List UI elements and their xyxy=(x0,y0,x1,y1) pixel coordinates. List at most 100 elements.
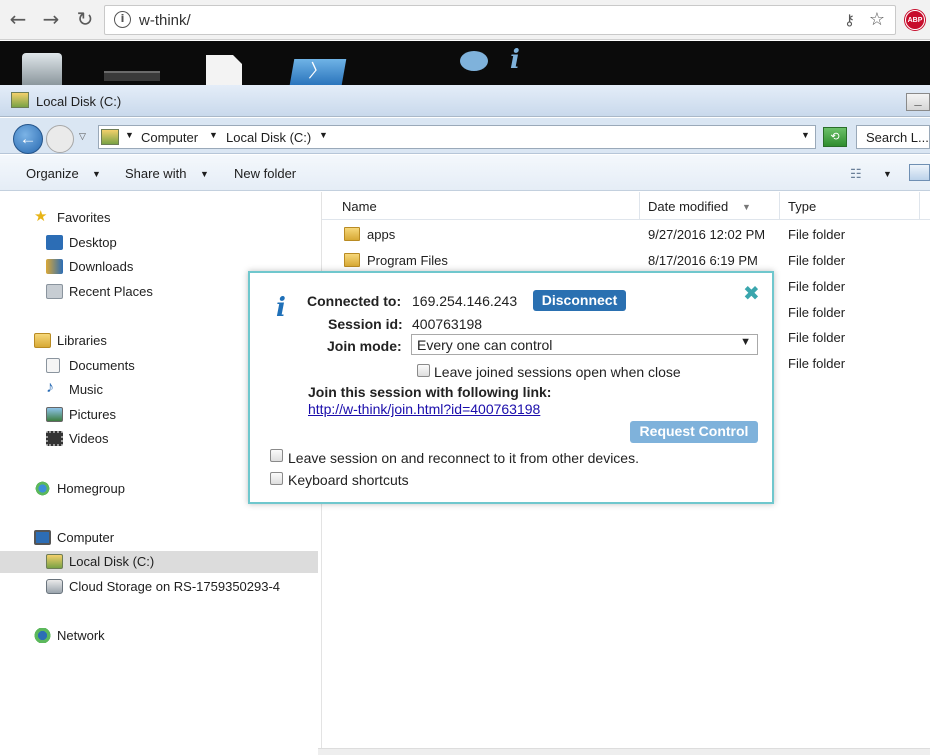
session-dialog: i ✖ Connected to: 169.254.146.243 Discon… xyxy=(248,271,774,504)
session-id-label: Session id: xyxy=(328,316,403,332)
connected-to-label: Connected to: xyxy=(307,293,402,309)
nav-label: Libraries xyxy=(57,333,107,348)
history-chevron-icon[interactable]: ▽ xyxy=(79,131,86,142)
chevron-down-icon[interactable]: ▼ xyxy=(92,169,101,179)
organize-button[interactable]: Organize xyxy=(26,166,79,181)
command-bar: Organize ▼ Share with ▼ New folder ☷ ▼ xyxy=(0,155,930,191)
info-icon: i xyxy=(276,293,286,323)
file-type: File folder xyxy=(788,356,846,371)
nav-label: Homegroup xyxy=(57,481,125,496)
leave-joined-checkbox[interactable] xyxy=(417,364,430,377)
join-link-label: Join this session with following link: xyxy=(308,384,552,400)
column-name[interactable]: Name xyxy=(342,199,377,214)
nav-item-cloud-storage[interactable]: Cloud Storage on RS-1759350293-4 xyxy=(0,576,318,598)
nav-label: Network xyxy=(57,628,105,643)
search-placeholder: Search L... xyxy=(866,130,929,145)
remote-app-icon[interactable]: 〉 xyxy=(289,59,347,85)
leave-joined-label: Leave joined sessions open when close xyxy=(434,364,681,380)
music-note-icon: ♪ xyxy=(46,379,54,396)
nav-label: Downloads xyxy=(69,259,134,274)
explorer-forward-icon[interactable] xyxy=(46,125,74,153)
file-row[interactable]: apps 9/27/2016 12:02 PM File folder xyxy=(322,222,930,248)
libraries-icon xyxy=(34,333,51,348)
nav-item-computer[interactable]: Computer xyxy=(0,527,318,549)
back-arrow-icon[interactable]: ← xyxy=(4,6,32,34)
downloads-icon xyxy=(46,259,63,274)
bookmark-star-icon[interactable]: ☆ xyxy=(869,9,885,30)
file-type: File folder xyxy=(788,330,846,345)
nav-label: Desktop xyxy=(69,235,117,250)
view-options-icon[interactable]: ☷ xyxy=(850,166,862,182)
drive-icon[interactable] xyxy=(104,71,160,81)
breadcrumb-computer[interactable]: Computer xyxy=(141,130,198,145)
chevron-down-icon[interactable]: ▼ xyxy=(319,130,328,140)
adblock-plus-icon[interactable]: ABP xyxy=(905,10,925,30)
remote-taskbar: 〉 i xyxy=(0,41,930,85)
window-titlebar: Local Disk (C:) _ xyxy=(0,85,930,117)
keyboard-shortcuts-label: Keyboard shortcuts xyxy=(288,472,409,488)
nav-label: Computer xyxy=(57,530,115,545)
disconnect-button[interactable]: Disconnect xyxy=(533,290,626,311)
explorer-back-icon[interactable]: ← xyxy=(13,124,43,154)
folder-icon xyxy=(344,253,360,267)
nav-item-desktop[interactable]: Desktop xyxy=(0,232,318,254)
join-mode-select[interactable]: Every one can control ▼ xyxy=(411,334,758,355)
minimize-button[interactable]: _ xyxy=(906,93,930,111)
chevron-down-icon[interactable]: ▼ xyxy=(883,169,892,179)
leave-session-checkbox[interactable] xyxy=(270,449,283,462)
breadcrumb[interactable]: ▼ Computer ▼ Local Disk (C:) ▼ ▼ xyxy=(98,125,816,149)
join-session-link[interactable]: http://w-think/join.html?id=400763198 xyxy=(308,401,540,417)
preview-pane-icon[interactable] xyxy=(909,164,930,181)
file-type: File folder xyxy=(788,227,846,242)
nav-label: Favorites xyxy=(57,210,111,225)
network-icon xyxy=(34,628,51,643)
nav-item-local-disk[interactable]: Local Disk (C:) xyxy=(0,551,318,573)
new-folder-button[interactable]: New folder xyxy=(234,166,296,181)
chevron-down-icon[interactable]: ▼ xyxy=(200,169,209,179)
breadcrumb-local-disk[interactable]: Local Disk (C:) xyxy=(226,130,311,145)
column-date-modified[interactable]: Date modified xyxy=(648,199,728,214)
nav-label: Recent Places xyxy=(69,284,153,299)
close-icon[interactable]: ✖ xyxy=(743,281,760,305)
search-input[interactable]: Search L... xyxy=(856,125,930,149)
recycle-bin-icon[interactable] xyxy=(22,53,62,85)
nav-item-network[interactable]: Network xyxy=(0,625,318,647)
keyboard-shortcuts-checkbox[interactable] xyxy=(270,472,283,485)
info-i-icon[interactable]: i xyxy=(510,45,520,75)
pictures-icon xyxy=(46,407,63,422)
nav-item-favorites[interactable]: ★ Favorites xyxy=(0,207,318,229)
nav-label: Cloud Storage on RS-1759350293-4 xyxy=(69,579,281,594)
drive-title-icon xyxy=(11,92,29,108)
refresh-icon[interactable]: ⟲ xyxy=(823,127,847,147)
forward-arrow-icon[interactable]: → xyxy=(37,6,65,34)
password-key-icon[interactable]: ⚷ xyxy=(844,11,855,29)
network-drive-icon xyxy=(46,579,63,594)
site-info-icon[interactable]: i xyxy=(114,11,131,28)
column-type[interactable]: Type xyxy=(788,199,816,214)
nav-label: Videos xyxy=(69,431,109,446)
recent-places-icon xyxy=(46,284,63,299)
join-mode-label: Join mode: xyxy=(327,338,402,354)
folder-icon xyxy=(344,227,360,241)
document-icon[interactable] xyxy=(206,55,242,85)
address-bar[interactable]: i w-think/ ⚷ ☆ xyxy=(104,5,896,35)
chevron-down-icon[interactable]: ▼ xyxy=(209,130,218,140)
file-type: File folder xyxy=(788,279,846,294)
reload-icon[interactable]: ↻ xyxy=(71,6,99,34)
nav-label: Music xyxy=(69,382,103,397)
local-disk-icon xyxy=(46,554,63,569)
join-mode-value: Every one can control xyxy=(417,337,553,353)
share-with-button[interactable]: Share with xyxy=(125,166,186,181)
address-dropdown-icon[interactable]: ▼ xyxy=(801,130,810,140)
horizontal-scrollbar[interactable] xyxy=(318,748,930,755)
chevron-down-icon[interactable]: ▼ xyxy=(125,130,134,140)
request-control-button[interactable]: Request Control xyxy=(630,421,758,443)
chat-bubble-icon[interactable] xyxy=(460,51,488,71)
url-text: w-think/ xyxy=(139,12,191,29)
leave-session-label: Leave session on and reconnect to it fro… xyxy=(288,450,639,466)
file-type: File folder xyxy=(788,305,846,320)
star-icon: ★ xyxy=(34,208,48,225)
computer-icon xyxy=(34,530,51,545)
browser-toolbar: ← → ↻ i w-think/ ⚷ ☆ ABP xyxy=(0,0,930,40)
file-name: Program Files xyxy=(367,253,448,268)
